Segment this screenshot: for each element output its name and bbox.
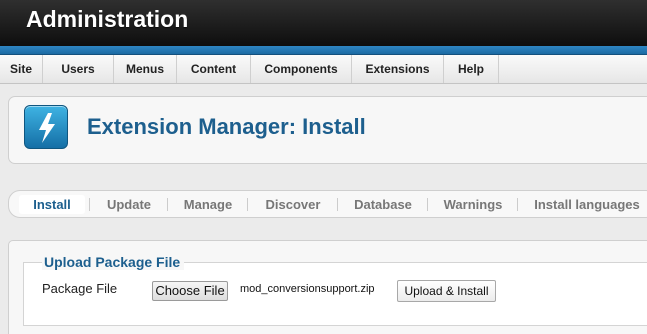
tab-manage[interactable]: Manage: [173, 195, 243, 214]
menu-item-help[interactable]: Help: [444, 55, 499, 83]
menu-item-menus[interactable]: Menus: [114, 55, 177, 83]
menu-item-components[interactable]: Components: [251, 55, 352, 83]
header-title: Administration: [26, 6, 189, 32]
tab-install[interactable]: Install: [19, 195, 85, 214]
tab-divider: [337, 198, 338, 211]
package-file-label: Package File: [42, 281, 118, 296]
tab-divider: [517, 198, 518, 211]
header-accent-stripe: [0, 46, 647, 55]
top-menu: Site Users Menus Content Components Exte…: [0, 55, 647, 84]
lightning-icon: [24, 105, 68, 149]
tab-divider: [247, 198, 248, 211]
menu-item-content[interactable]: Content: [177, 55, 251, 83]
menu-item-site[interactable]: Site: [0, 55, 43, 83]
tab-divider: [89, 198, 90, 211]
menu-item-extensions[interactable]: Extensions: [352, 55, 444, 83]
page-title-box: Extension Manager: Install: [8, 96, 647, 164]
tab-install-languages[interactable]: Install languages: [523, 195, 647, 214]
tab-update[interactable]: Update: [95, 195, 163, 214]
package-file-input[interactable]: Choose File mod_conversionsupport.zip: [152, 281, 392, 301]
tab-discover[interactable]: Discover: [253, 195, 333, 214]
upload-legend: Upload Package File: [42, 254, 185, 270]
menu-item-users[interactable]: Users: [43, 55, 114, 83]
tab-divider: [427, 198, 428, 211]
selected-file-name: mod_conversionsupport.zip: [240, 283, 375, 295]
tab-warnings[interactable]: Warnings: [433, 195, 513, 214]
submenu-tabs: Install Update Manage Discover Database …: [8, 190, 647, 218]
tab-divider: [167, 198, 168, 211]
page-title: Extension Manager: Install: [87, 114, 366, 139]
admin-header: Administration: [0, 0, 647, 46]
choose-file-button[interactable]: Choose File: [152, 281, 228, 301]
upload-install-button[interactable]: Upload & Install: [397, 280, 496, 302]
tab-database[interactable]: Database: [343, 195, 423, 214]
